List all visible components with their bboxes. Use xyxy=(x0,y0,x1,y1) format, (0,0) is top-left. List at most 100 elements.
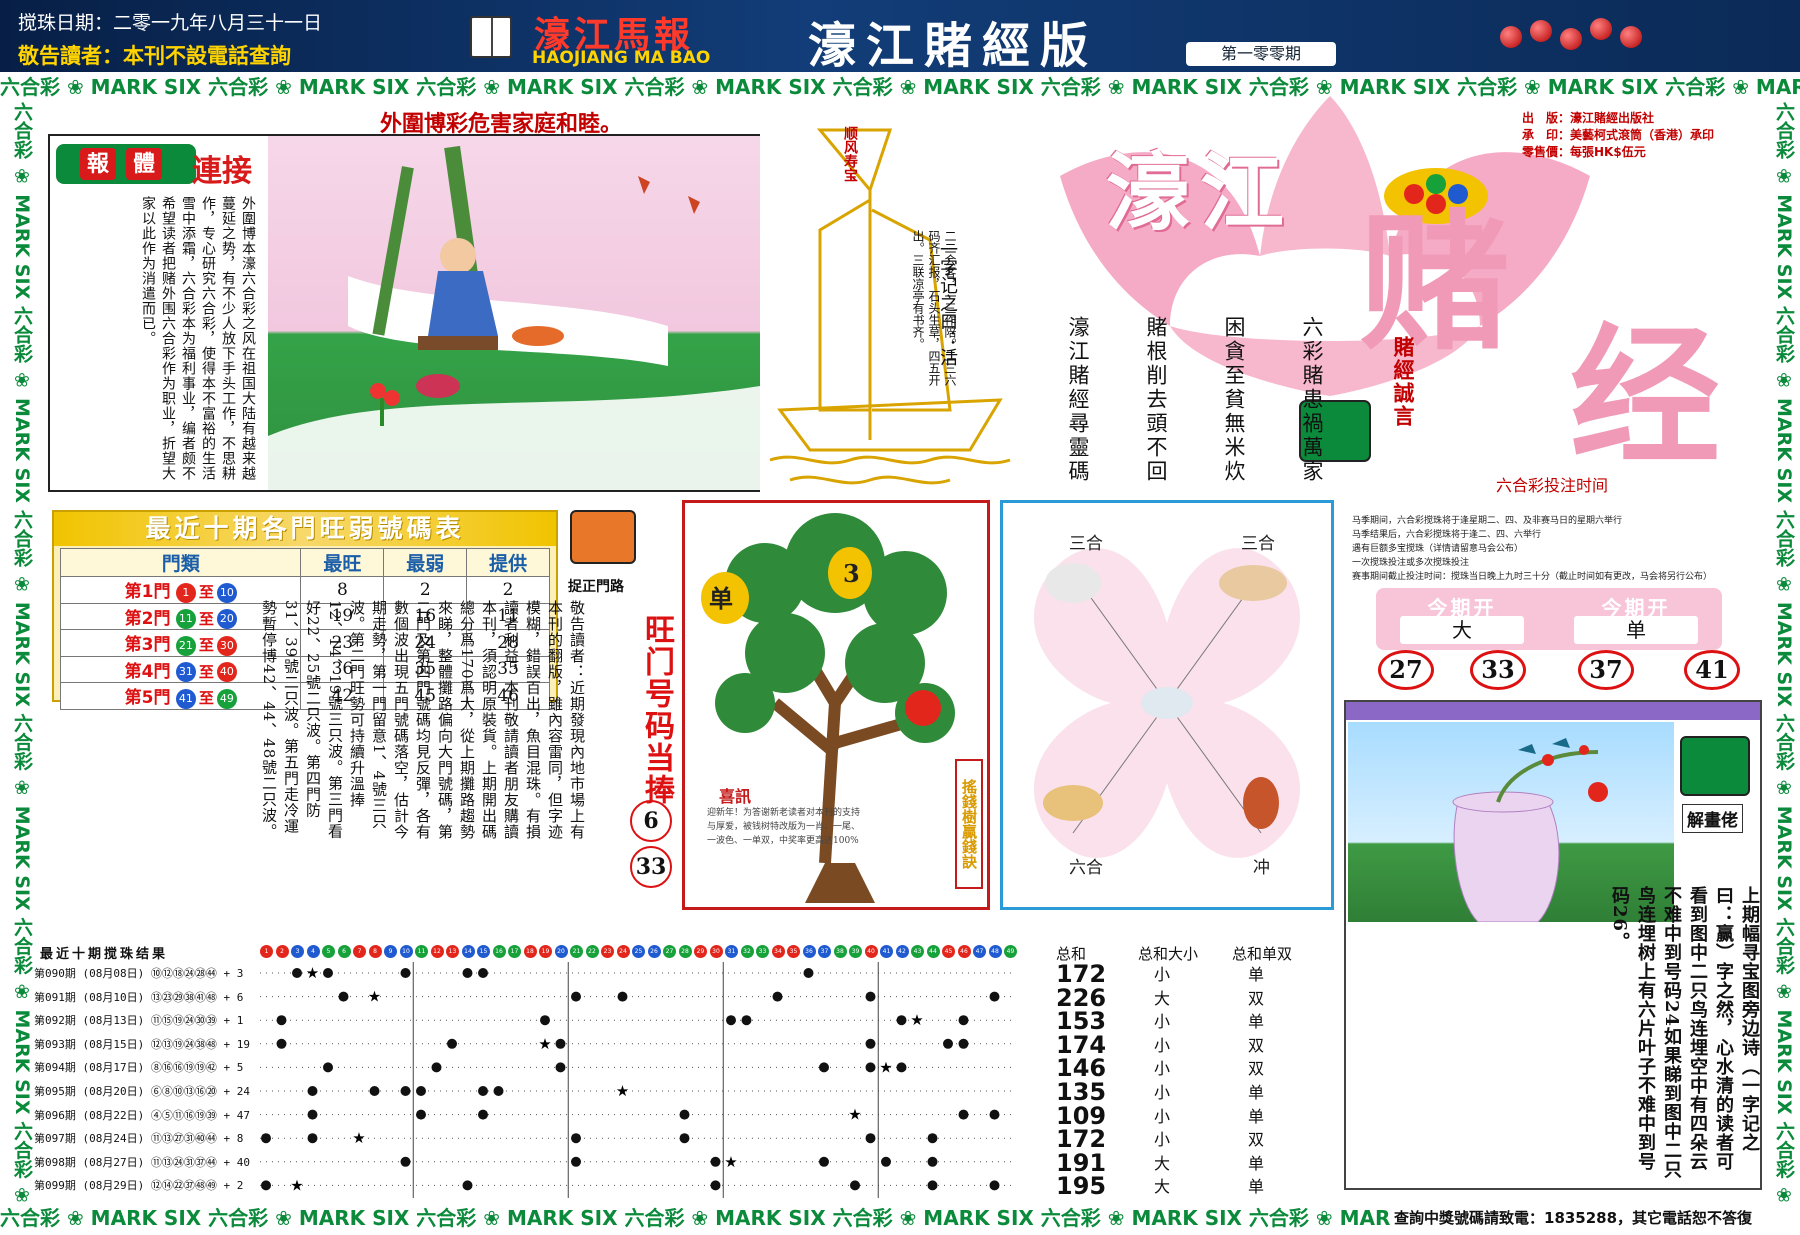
drawn-number-dot xyxy=(292,968,302,978)
zodiac-label: 三合 xyxy=(1241,534,1275,554)
sum-row: 109 小 单 xyxy=(1052,1104,1352,1128)
motto-line-2: 困貪至貧無米炊 xyxy=(1222,316,1246,484)
ship-riddle: 一字记之曰：活 xyxy=(937,240,958,366)
sum-odd-even: 双 xyxy=(1248,1130,1265,1150)
bet-info-line: 遇有巨额多宝搅珠（详情请留意马会公布） xyxy=(1352,544,1524,554)
drawn-number-dot xyxy=(416,1109,426,1120)
logo-word-3: 经 xyxy=(1570,309,1721,485)
sum-value: 174 xyxy=(1056,1030,1107,1059)
number-ball-icon: 7 xyxy=(353,945,366,958)
sum-odd-even: 双 xyxy=(1248,988,1265,1008)
drawn-number-dot xyxy=(943,1038,953,1049)
special-number-star: ★ xyxy=(290,1176,303,1194)
number-ball-icon: 36 xyxy=(802,945,816,958)
draw-row-label: 第098期 (08月27日) ⑪⑬㉔㉛㊲㊹ + 40 xyxy=(34,1155,250,1169)
draw-row-label: 第095期 (08月20日) ⑥⑧⑩⑬⑯⑳ + 24 xyxy=(34,1085,250,1098)
sum-value: 135 xyxy=(1056,1078,1107,1106)
drawn-number-dot xyxy=(431,1062,442,1073)
money-tree-panel: 单 3 喜訊 迎新年！为答谢新老读者对本刊的支持与厚爱，被钱树特改版为一肖、一尾… xyxy=(682,500,990,910)
drawn-number-dot xyxy=(400,968,411,978)
number-ball-icon: 25 xyxy=(632,945,645,958)
issue-number: 第一零零期 xyxy=(1186,42,1336,66)
publisher-info: 出 版：濠江賭經出版社 承 印：美藝柯式滾筒（香港）承印 零售價：每張HK$伍元 xyxy=(1522,110,1714,161)
draw-chart-header: 最近十期搅珠结果 1 2 3 4 5 6 7 8 9 10 11 12 13 14 15 16 17 18 19 20… xyxy=(34,942,1044,962)
draw-dot-chart: ★ ★ ★ ★ ★ ★ ★ ★ ★ ★ xyxy=(260,962,1016,1198)
sum-odd-even: 单 xyxy=(1248,965,1265,984)
number-ball-icon: 15 xyxy=(477,945,490,958)
special-number-star: ★ xyxy=(848,1106,861,1124)
sum-odd-even: 双 xyxy=(1248,1035,1265,1055)
sum-big-small: 小 xyxy=(1154,1106,1171,1126)
sum-row: 172 小 单 xyxy=(1052,960,1352,988)
drawn-number-dot xyxy=(276,1038,287,1049)
number-ball-icon: 37 xyxy=(818,945,831,958)
drawn-number-dot xyxy=(571,1133,581,1144)
ship-flag-text: 顺风寿宝 xyxy=(842,126,858,182)
draw-row-label: 第090期 (08月08日) ⑩⑫⑱㉔㉘㊹ + 3 xyxy=(34,967,244,980)
drawn-number-dot xyxy=(927,1180,938,1191)
sum-odd-even: 单 xyxy=(1248,1106,1265,1126)
decode-strip xyxy=(1346,702,1760,720)
sum-row: 195 大 单 xyxy=(1052,1174,1352,1198)
number-ball-icon: 39 xyxy=(849,945,862,958)
draw-row-label: 第091期 (08月10日) ⑬㉓㉙㊳㊶㊽ + 6 xyxy=(34,990,244,1004)
special-number-star: ★ xyxy=(879,1058,892,1076)
feature-panel: 報 體 連接 外圍博本濠六合彩之风在祖国大陆有越来越蔓延之势，有不少人放下手头工… xyxy=(48,134,760,492)
bet-info-line: 赛事期间截止投注时间：搅珠当日晚上九时三十分（截止时间如有更改，马会将另行公布） xyxy=(1352,572,1713,582)
drawn-number-dot xyxy=(865,1133,876,1144)
sum-big-small: 大 xyxy=(1154,1153,1171,1173)
drawn-number-dot xyxy=(462,1180,473,1191)
sum-odd-even: 单 xyxy=(1248,1153,1265,1173)
drawn-number-dot xyxy=(989,991,1000,1002)
sum-row: 191 大 单 xyxy=(1052,1151,1352,1175)
drawn-number-dot xyxy=(571,1156,581,1167)
hot-number-title: 旺门号码当捧 xyxy=(639,614,674,806)
sum-value: 226 xyxy=(1056,983,1107,1012)
number-ball-icon: 46 xyxy=(957,945,971,958)
sum-big-small: 大 xyxy=(1154,988,1171,1008)
drawn-number-dot xyxy=(447,1038,457,1049)
number-ball-icon: 23 xyxy=(601,945,614,958)
drawn-number-dot xyxy=(307,1133,318,1144)
number-ball-icon: 19 xyxy=(539,945,552,958)
sum-value: 172 xyxy=(1056,960,1107,988)
number-ball-icon: 24 xyxy=(616,945,630,958)
drawn-number-dot xyxy=(865,991,876,1002)
drawn-number-dot xyxy=(478,1109,488,1120)
number-ball-icon: 5 xyxy=(322,945,335,958)
drawn-number-dot xyxy=(679,1109,690,1120)
hand-icon xyxy=(570,510,636,564)
drawn-number-dot xyxy=(307,1109,318,1120)
number-ball-icon: 11 xyxy=(415,945,428,958)
sum-header-label: 总和单双 xyxy=(1232,945,1293,963)
bet-info-line: 马季结果后，六合彩搅珠将于逢二、四、六举行 xyxy=(1352,530,1542,540)
mark-six-band-right: 六合彩 ❀ MARK SIX 六合彩 ❀ MARK SIX 六合彩 ❀ MARK… xyxy=(1773,102,1795,1202)
number-ball-icon: 26 xyxy=(647,945,661,958)
drawn-number-dot xyxy=(555,1038,566,1049)
sum-header-label: 总和大小 xyxy=(1138,945,1199,963)
tree-side-label: 搖錢樹贏錢訣 xyxy=(955,759,983,889)
number-ball-icon: 16 xyxy=(492,945,506,958)
number-ball-icon: 22 xyxy=(585,945,599,958)
draw-row-label: 第093期 (08月15日) ⑫⑬⑲㉔㊳㊽ + 19 xyxy=(34,1037,250,1051)
draw-row-label: 第099期 (08月29日) ⑫⑭㉒㊲㊽㊾ + 2 xyxy=(34,1179,244,1193)
number-ball-icon: 14 xyxy=(461,945,475,958)
number-ball-icon: 44 xyxy=(926,945,940,958)
drawn-number-dot xyxy=(865,1062,876,1073)
book-icon xyxy=(470,16,512,58)
drawn-number-dot xyxy=(958,1109,969,1120)
special-number-star: ★ xyxy=(724,1153,737,1171)
drawn-number-dot xyxy=(896,1015,907,1026)
logo-english: HAOJIANG MA BAO xyxy=(532,48,711,68)
drawn-number-dot xyxy=(555,1062,566,1073)
zodiac-label: 六合 xyxy=(1069,858,1103,878)
special-number-star: ★ xyxy=(616,1082,629,1100)
number-ball-icon: 43 xyxy=(911,945,924,958)
tree-label-number: 3 xyxy=(843,559,860,588)
tree-news-text: 迎新年！为答谢新老读者对本刊的支持与厚爱，被钱树特改版为一肖、一尾、一波色、一单… xyxy=(707,808,861,846)
drawn-number-dot xyxy=(416,1086,426,1096)
badge-char: 報 xyxy=(80,148,116,180)
drawn-number-dot xyxy=(540,1015,550,1026)
reader-notice: 敬告讀者：本刊不設電話查詢 xyxy=(18,44,291,68)
sum-row: 226 大 双 xyxy=(1052,983,1352,1012)
